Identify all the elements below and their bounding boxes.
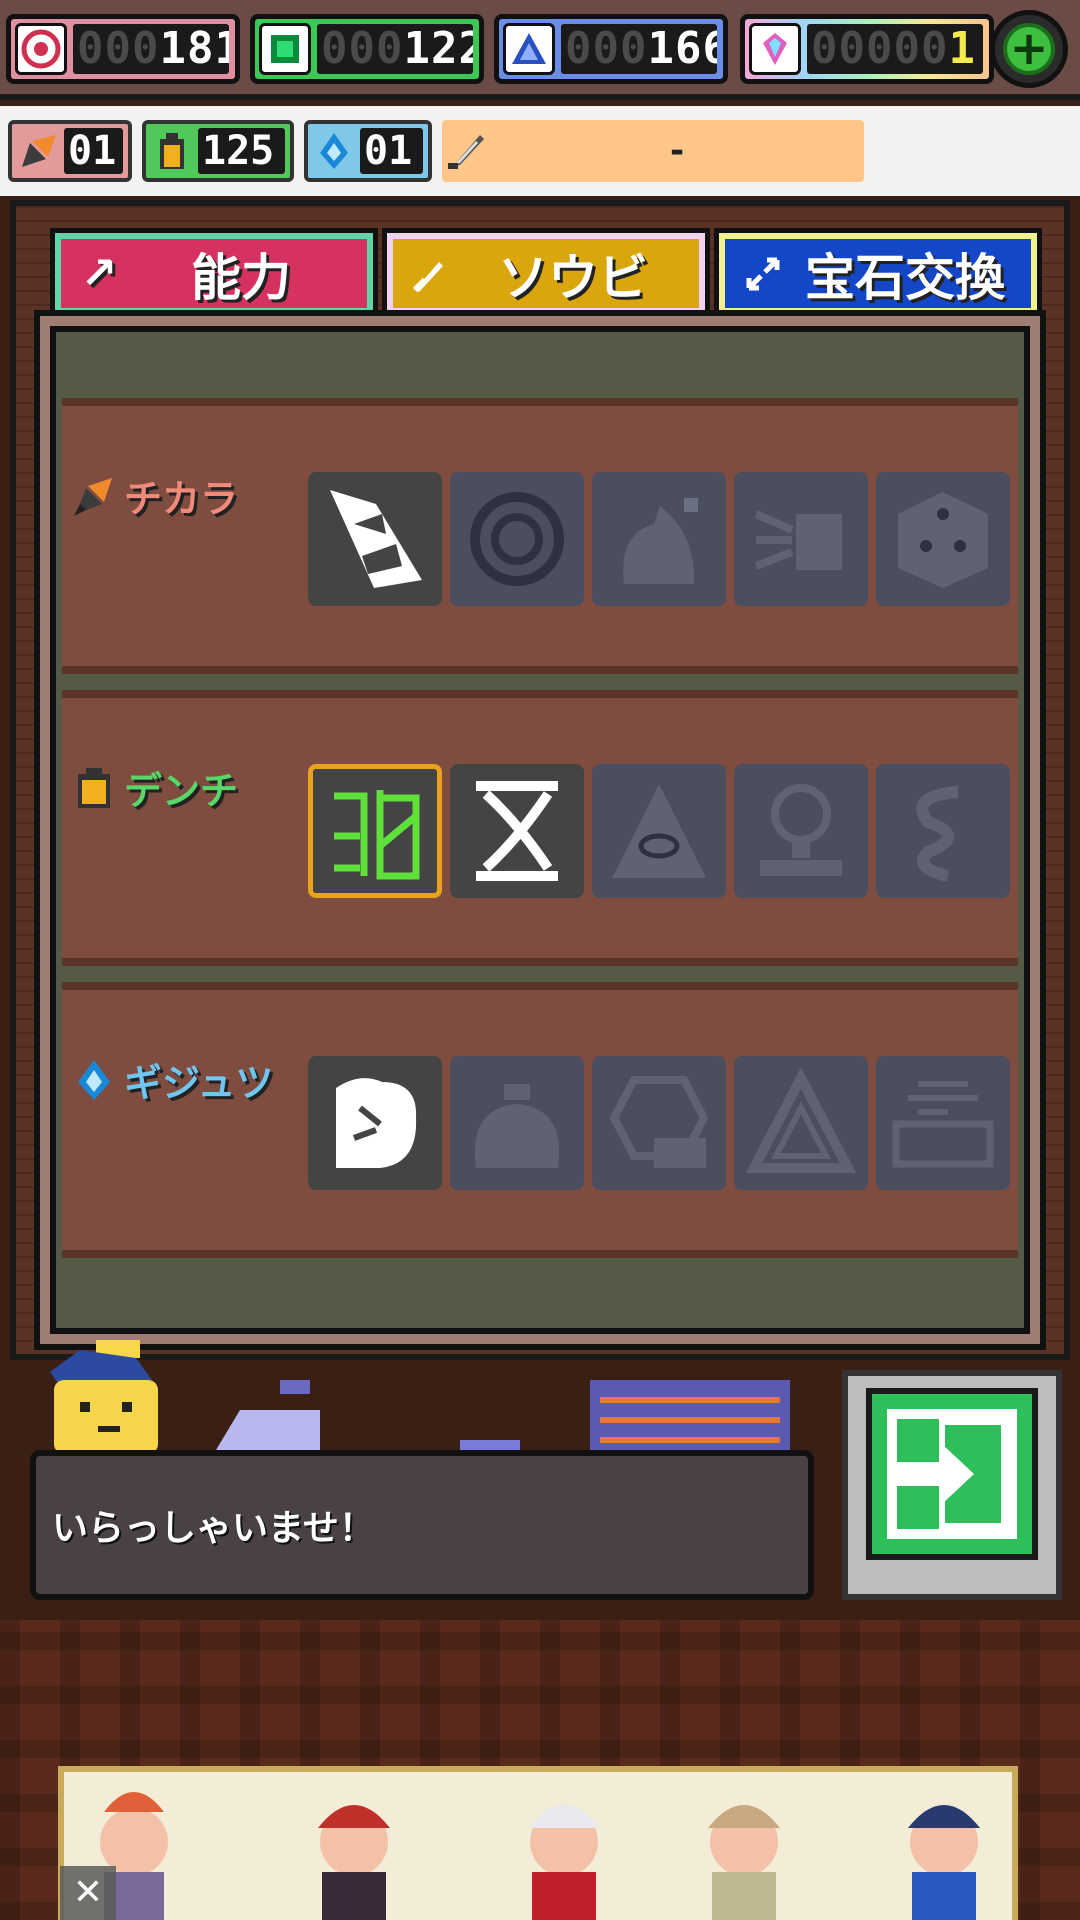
dialog-text: いらっしゃいませ！: [52, 1508, 375, 1549]
tab-ability[interactable]: ↗ 能力: [50, 228, 378, 314]
eye-pyramid-upgrade-slot[interactable]: [592, 764, 726, 898]
circuit-icon: [334, 790, 420, 880]
weapon-value: -: [669, 131, 685, 171]
power-row-label: チカラ: [70, 468, 238, 523]
upgrade-panel: チカラ デンチ ギジュツ: [34, 310, 1046, 1350]
tech-upgrade-row: ギジュツ: [62, 982, 1018, 1258]
cannon-icon: [754, 510, 842, 570]
bag-upgrade-slot[interactable]: [450, 1056, 584, 1190]
red-resource-counter: 000181: [6, 14, 240, 84]
plus-icon: +: [1003, 23, 1055, 75]
battery-upgrade-items: [308, 764, 1010, 898]
power-value: 01: [64, 128, 123, 174]
glove-icon: [336, 1078, 417, 1168]
dialog-box: いらっしゃいませ！: [30, 1450, 814, 1600]
battery-row-label: デンチ: [70, 760, 238, 815]
dna-icon: [476, 781, 558, 881]
shop-counter-items: [200, 1370, 800, 1460]
drill-icon: [330, 490, 422, 588]
exchange-icon: [733, 244, 793, 304]
water-drop-icon: [70, 1056, 118, 1104]
battery-icon: [70, 764, 118, 812]
tech-value: 01: [360, 128, 423, 174]
stat-bar: 01 125 01 -: [0, 106, 1080, 196]
eye-pyramid-icon: [612, 784, 706, 878]
gear-icon: [470, 492, 564, 586]
green-resource-zeros: 000: [321, 24, 404, 74]
circuit-upgrade-slot[interactable]: [308, 764, 442, 898]
dna-upgrade-slot[interactable]: [450, 764, 584, 898]
hexagon-icon: [609, 1076, 709, 1168]
ad-banner[interactable]: [58, 1766, 1018, 1920]
dice-icon: [898, 492, 988, 588]
tab-gem-exchange[interactable]: 宝石交換: [714, 228, 1042, 314]
power-upgrade-row: チカラ: [62, 398, 1018, 674]
tech-upgrade-items: [308, 1056, 1010, 1190]
add-currency-button[interactable]: +: [990, 10, 1068, 88]
dice-upgrade-slot[interactable]: [876, 472, 1010, 606]
drill-upgrade-slot[interactable]: [308, 472, 442, 606]
machine-icon: [892, 1081, 994, 1168]
shopkeeper-avatar: [40, 1340, 170, 1460]
target-icon: [15, 23, 67, 75]
battery-stat: 125: [142, 120, 294, 182]
machine-upgrade-slot[interactable]: [876, 1056, 1010, 1190]
red-resource-zeros: 000: [77, 24, 160, 74]
blue-resource-counter: 000166: [494, 14, 728, 84]
battery-upgrade-row: デンチ: [62, 690, 1018, 966]
power-row-title: チカラ: [124, 477, 239, 521]
gear-upgrade-slot[interactable]: [450, 472, 584, 606]
green-resource-counter: 000122: [250, 14, 484, 84]
bag-icon: [474, 1084, 560, 1168]
drill-icon: [16, 129, 60, 173]
blue-resource-value: 166: [647, 24, 717, 74]
glove-upgrade-slot[interactable]: [308, 1056, 442, 1190]
serpent-icon: [916, 786, 959, 882]
upgrade-list: チカラ デンチ ギジュツ: [50, 326, 1030, 1334]
power-stat: 01: [8, 120, 132, 182]
water-drop-icon: [312, 129, 356, 173]
tech-row-title: ギジュツ: [124, 1061, 274, 1105]
rainbow-resource-zeros: 00000: [811, 24, 949, 74]
rainbow-resource-counter: 000001: [740, 14, 994, 84]
sack-icon: [623, 498, 698, 584]
sack-upgrade-slot[interactable]: [592, 472, 726, 606]
sword-icon: [401, 244, 461, 304]
diamond-icon: [749, 23, 801, 75]
weapon-stat: -: [442, 120, 864, 182]
exit-door-icon: [866, 1388, 1038, 1560]
tech-row-label: ギジュツ: [70, 1052, 273, 1107]
triangle-icon: [746, 1068, 856, 1173]
ad-close-button[interactable]: ✕: [60, 1866, 116, 1920]
tab-gem-exchange-label: 宝石交換: [805, 248, 1005, 307]
hexagon-upgrade-slot[interactable]: [592, 1056, 726, 1190]
red-resource-value: 181: [159, 24, 229, 74]
shop-scene: いらっしゃいませ！: [10, 1340, 1070, 1620]
ad-banner-image: [64, 1772, 1012, 1920]
trophy-icon: [760, 784, 842, 876]
green-gem-icon: [259, 23, 311, 75]
arrow-up-right-icon: ↗: [80, 248, 118, 299]
triangle-upgrade-slot[interactable]: [734, 1056, 868, 1190]
exit-button[interactable]: [842, 1370, 1062, 1600]
shop-panel: ↗ 能力 ソウビ 宝石交換 チカラ デンチ ギジュツ: [10, 200, 1070, 1360]
tab-equipment-label: ソウビ: [498, 248, 648, 307]
blue-resource-zeros: 000: [565, 24, 648, 74]
trophy-upgrade-slot[interactable]: [734, 764, 868, 898]
triangle-gem-icon: [503, 23, 555, 75]
resource-bar: 000181 000122 000166 000001 +: [0, 0, 1080, 100]
rainbow-resource-value: 1: [948, 24, 976, 74]
battery-row-title: デンチ: [124, 769, 239, 813]
tab-equipment[interactable]: ソウビ: [382, 228, 710, 314]
green-resource-value: 122: [403, 24, 473, 74]
battery-value: 125: [198, 128, 285, 174]
tech-stat: 01: [304, 120, 432, 182]
serpent-upgrade-slot[interactable]: [876, 764, 1010, 898]
battery-icon: [150, 129, 194, 173]
power-upgrade-items: [308, 472, 1010, 606]
drill-icon: [70, 472, 118, 520]
tab-ability-label: 能力: [191, 248, 291, 307]
sword-icon: [446, 129, 490, 173]
cannon-upgrade-slot[interactable]: [734, 472, 868, 606]
